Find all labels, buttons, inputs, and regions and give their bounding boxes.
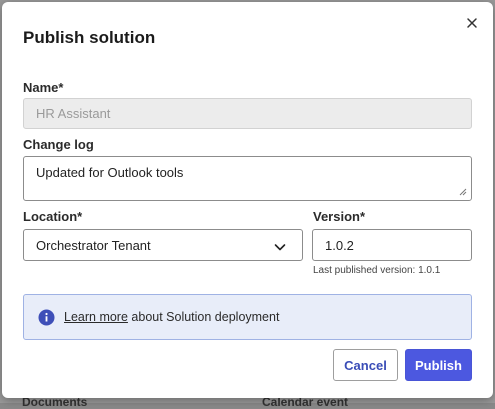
publish-solution-dialog: Publish solution Name* HR Assistant Chan… [2,2,493,398]
change-log-textarea[interactable]: Updated for Outlook tools [23,156,472,201]
cancel-button[interactable]: Cancel [333,349,398,381]
publish-button[interactable]: Publish [405,349,472,381]
change-log-label: Change log [23,137,94,152]
info-banner: Learn more about Solution deployment [23,294,472,340]
info-message-text: about Solution deployment [127,310,280,324]
version-label: Version* [313,209,366,224]
name-value: HR Assistant [36,106,111,121]
info-icon [38,309,55,326]
location-label: Location* [23,209,83,224]
close-icon [467,18,477,28]
dialog-title: Publish solution [23,28,156,47]
chevron-down-icon [274,244,286,251]
name-label: Name* [23,80,64,95]
info-message: Learn more about Solution deployment [64,310,279,324]
version-value: 1.0.2 [325,237,354,253]
learn-more-link[interactable]: Learn more [64,310,128,324]
version-input[interactable]: 1.0.2 [312,229,472,261]
change-log-value: Updated for Outlook tools [36,165,184,180]
close-button[interactable] [464,15,480,31]
location-selected-value: Orchestrator Tenant [36,237,151,253]
location-select[interactable]: Orchestrator Tenant [23,229,303,261]
resize-grip-icon[interactable] [459,188,467,196]
last-published-version-hint: Last published version: 1.0.1 [313,265,441,276]
name-field: HR Assistant [23,98,472,129]
